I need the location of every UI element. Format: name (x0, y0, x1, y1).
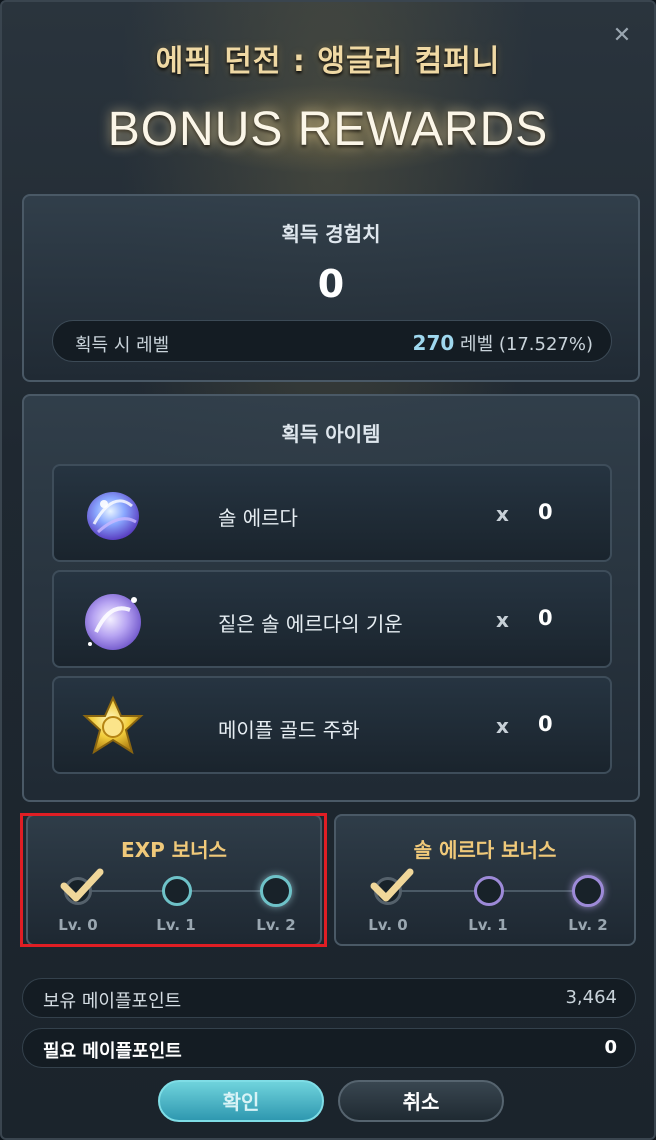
item-multiplier: x (496, 714, 509, 738)
lv-label: Lv. 1 (156, 916, 196, 934)
item-multiplier: x (496, 608, 509, 632)
items-panel-title: 획득 아이템 (281, 422, 381, 446)
lv-label: Lv. 2 (256, 916, 296, 934)
check-icon (60, 868, 104, 902)
dungeon-title: 에픽 던전 : 앵글러 컴퍼니 (155, 44, 501, 79)
sol-erda-bonus-title: 솔 에르다 보너스 (413, 838, 557, 862)
item-name: 짙은 솔 에르다의 기운 (218, 612, 403, 636)
sol-erda-bonus-lv1-node[interactable] (474, 876, 504, 906)
maple-points-held-value: 3,464 (565, 987, 617, 1008)
exp-panel-title: 획득 경험치 (281, 222, 381, 246)
level-number: 270 (412, 331, 455, 355)
level-label: 획득 시 레벨 (75, 335, 170, 356)
cancel-button[interactable]: 취소 (338, 1080, 504, 1122)
banner-title: BONUS REWARDS (107, 103, 549, 156)
item-name: 메이플 골드 주화 (218, 718, 360, 742)
exp-bonus-box: EXP 보너스 Lv. 0 Lv. 1 Lv. 2 (26, 814, 322, 946)
maple-points-required-value: 0 (604, 1037, 617, 1058)
exp-bonus-lv1-node[interactable] (162, 876, 192, 906)
sol-erda-icon (87, 492, 139, 540)
lv-label: Lv. 1 (468, 916, 508, 934)
maple-points-held-label: 보유 메이플포인트 (43, 991, 182, 1012)
exp-value: 0 (317, 262, 345, 306)
sol-erda-fragment-icon (85, 594, 141, 650)
level-value: 270 레벨 (17.527%) (413, 330, 593, 356)
item-row-sol-erda: 솔 에르다 x 0 (52, 464, 612, 562)
item-quantity: 0 (538, 500, 553, 524)
sol-erda-bonus-box: 솔 에르다 보너스 Lv. 0 Lv. 1 Lv. 2 (334, 814, 636, 946)
maple-points-required-row: 필요 메이플포인트 0 (22, 1028, 636, 1068)
maple-points-required-label: 필요 메이플포인트 (43, 1041, 182, 1062)
bonus-rewards-window: ✕ 에픽 던전 : 앵글러 컴퍼니 BONUS REWARDS 획득 경험치 0… (0, 0, 656, 1140)
lv-label: Lv. 0 (58, 916, 98, 934)
maple-gold-coin-icon (82, 695, 144, 755)
item-quantity: 0 (538, 606, 553, 630)
item-row-sol-erda-fragment: 짙은 솔 에르다의 기운 x 0 (52, 570, 612, 668)
item-multiplier: x (496, 502, 509, 526)
item-name: 솔 에르다 (218, 506, 298, 530)
lv-label: Lv. 0 (368, 916, 408, 934)
exp-bonus-title: EXP 보너스 (121, 838, 227, 862)
level-row: 획득 시 레벨 270 레벨 (17.527%) (52, 320, 612, 362)
items-panel: 획득 아이템 솔 에르다 x 0 짙은 솔 에르다의 기운 x 0 메이플 골드… (22, 394, 640, 802)
level-suffix: 레벨 (17.527%) (460, 334, 593, 355)
item-row-maple-gold-coin: 메이플 골드 주화 x 0 (52, 676, 612, 774)
sol-erda-bonus-lv2-node[interactable] (572, 875, 604, 907)
confirm-button[interactable]: 확인 (158, 1080, 324, 1122)
exp-bonus-lv2-node[interactable] (260, 875, 292, 907)
maple-points-held-row: 보유 메이플포인트 3,464 (22, 978, 636, 1018)
lv-label: Lv. 2 (568, 916, 608, 934)
exp-panel: 획득 경험치 0 획득 시 레벨 270 레벨 (17.527%) (22, 194, 640, 382)
item-quantity: 0 (538, 712, 553, 736)
check-icon (370, 868, 414, 902)
